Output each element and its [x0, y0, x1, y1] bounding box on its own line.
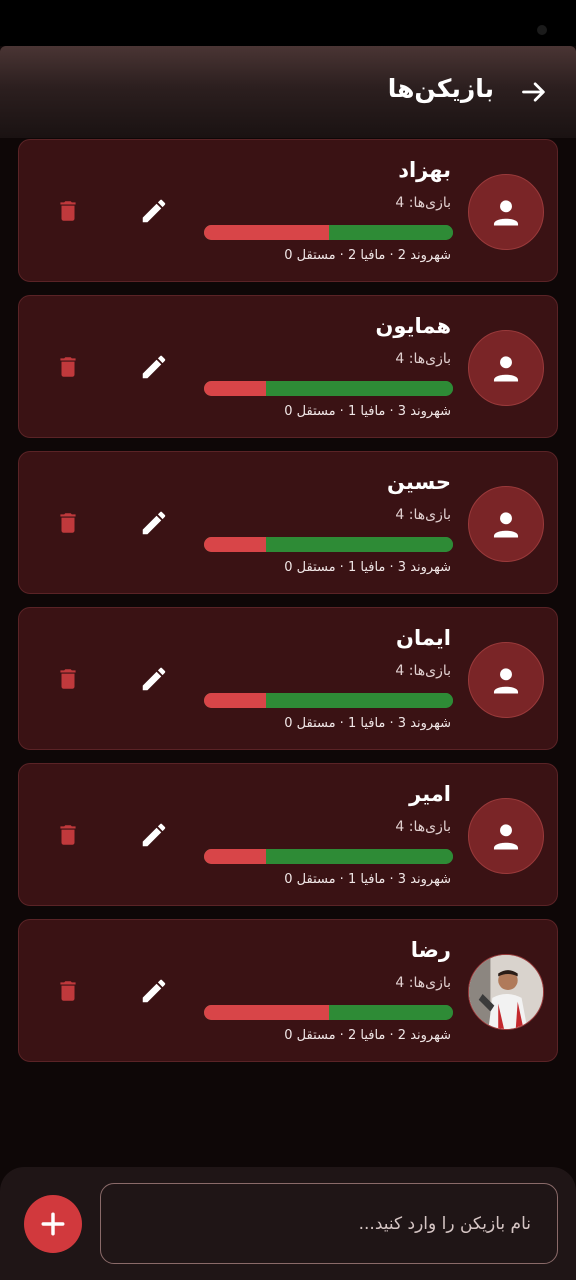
- add-player-panel: [0, 1167, 576, 1280]
- pencil-icon: [142, 199, 166, 223]
- avatar: [468, 174, 544, 250]
- pencil-icon: [142, 355, 166, 379]
- delete-button[interactable]: [53, 974, 83, 1008]
- player-name: رضا: [410, 938, 451, 962]
- pencil-icon: [142, 979, 166, 1003]
- pencil-icon: [142, 823, 166, 847]
- delete-button[interactable]: [53, 506, 83, 540]
- person-icon: [493, 824, 519, 850]
- games-count: بازی‌ها: 4: [395, 819, 451, 835]
- role-stats: شهروند 2 · مافیا 2 · مستقل 0: [284, 1028, 451, 1043]
- role-stats: شهروند 3 · مافیا 1 · مستقل 0: [284, 872, 451, 887]
- player-name: بهزاد: [398, 158, 451, 182]
- trash-icon: [60, 513, 76, 533]
- person-icon: [493, 356, 519, 382]
- role-stats: شهروند 3 · مافیا 1 · مستقل 0: [284, 560, 451, 575]
- player-name: ایمان: [396, 626, 451, 650]
- edit-button[interactable]: [137, 506, 171, 540]
- delete-button[interactable]: [53, 194, 83, 228]
- app-bar: بازیکن‌ها: [0, 46, 576, 138]
- mafia-segment: [204, 849, 267, 864]
- citizen-segment: [328, 1005, 453, 1020]
- page-title: بازیکن‌ها: [387, 74, 494, 103]
- trash-icon: [60, 669, 76, 689]
- citizen-segment: [266, 381, 453, 396]
- avatar-photo: [468, 954, 544, 1030]
- player-name: همایون: [375, 314, 452, 338]
- trash-icon: [60, 981, 76, 1001]
- trash-icon: [60, 201, 76, 221]
- player-card[interactable]: رضا بازی‌ها: 4 شهروند 2 · مافیا 2 · مستق…: [18, 919, 558, 1062]
- edit-button[interactable]: [137, 350, 171, 384]
- add-player-button[interactable]: [24, 1195, 82, 1253]
- pencil-icon: [142, 511, 166, 535]
- games-count: بازی‌ها: 4: [395, 195, 451, 211]
- role-ratio-bar: [204, 1005, 453, 1020]
- role-ratio-bar: [204, 381, 453, 396]
- mafia-segment: [204, 693, 267, 708]
- edit-button[interactable]: [137, 974, 171, 1008]
- edit-button[interactable]: [137, 662, 171, 696]
- citizen-segment: [328, 225, 453, 240]
- role-stats: شهروند 2 · مافیا 2 · مستقل 0: [284, 248, 451, 263]
- player-name-input[interactable]: [100, 1183, 558, 1264]
- games-count: بازی‌ها: 4: [395, 507, 451, 523]
- edit-button[interactable]: [137, 194, 171, 228]
- player-card[interactable]: حسین بازی‌ها: 4 شهروند 3 · مافیا 1 · مست…: [18, 451, 558, 594]
- delete-button[interactable]: [53, 662, 83, 696]
- edit-button[interactable]: [137, 818, 171, 852]
- role-ratio-bar: [204, 849, 453, 864]
- player-card[interactable]: بهزاد بازی‌ها: 4 شهروند 2 · مافیا 2 · مس…: [18, 139, 558, 282]
- player-name: حسین: [387, 470, 451, 494]
- mafia-segment: [204, 225, 329, 240]
- status-bar: [0, 0, 576, 46]
- camera-cutout: [537, 25, 547, 35]
- mafia-segment: [204, 1005, 329, 1020]
- person-icon: [493, 668, 519, 694]
- role-ratio-bar: [204, 537, 453, 552]
- person-icon: [493, 512, 519, 538]
- delete-button[interactable]: [53, 818, 83, 852]
- player-name: امیر: [409, 782, 451, 806]
- citizen-segment: [266, 537, 453, 552]
- trash-icon: [60, 357, 76, 377]
- delete-button[interactable]: [53, 350, 83, 384]
- plus-icon: [41, 1212, 65, 1236]
- games-count: بازی‌ها: 4: [395, 663, 451, 679]
- arrow-icon: [522, 82, 545, 102]
- player-card[interactable]: ایمان بازی‌ها: 4 شهروند 3 · مافیا 1 · مس…: [18, 607, 558, 750]
- player-card[interactable]: همایون بازی‌ها: 4 شهروند 3 · مافیا 1 · م…: [18, 295, 558, 438]
- trash-icon: [60, 825, 76, 845]
- games-count: بازی‌ها: 4: [395, 975, 451, 991]
- games-count: بازی‌ها: 4: [395, 351, 451, 367]
- player-card[interactable]: امیر بازی‌ها: 4 شهروند 3 · مافیا 1 · مست…: [18, 763, 558, 906]
- avatar: [468, 798, 544, 874]
- mafia-segment: [204, 381, 267, 396]
- role-ratio-bar: [204, 693, 453, 708]
- person-icon: [493, 200, 519, 226]
- back-button[interactable]: [512, 72, 556, 112]
- role-stats: شهروند 3 · مافیا 1 · مستقل 0: [284, 404, 451, 419]
- avatar: [468, 486, 544, 562]
- avatar: [468, 330, 544, 406]
- pencil-icon: [142, 667, 166, 691]
- citizen-segment: [266, 849, 453, 864]
- mafia-segment: [204, 537, 267, 552]
- role-stats: شهروند 3 · مافیا 1 · مستقل 0: [284, 716, 451, 731]
- avatar: [468, 642, 544, 718]
- citizen-segment: [266, 693, 453, 708]
- role-ratio-bar: [204, 225, 453, 240]
- player-photo: [469, 955, 543, 1029]
